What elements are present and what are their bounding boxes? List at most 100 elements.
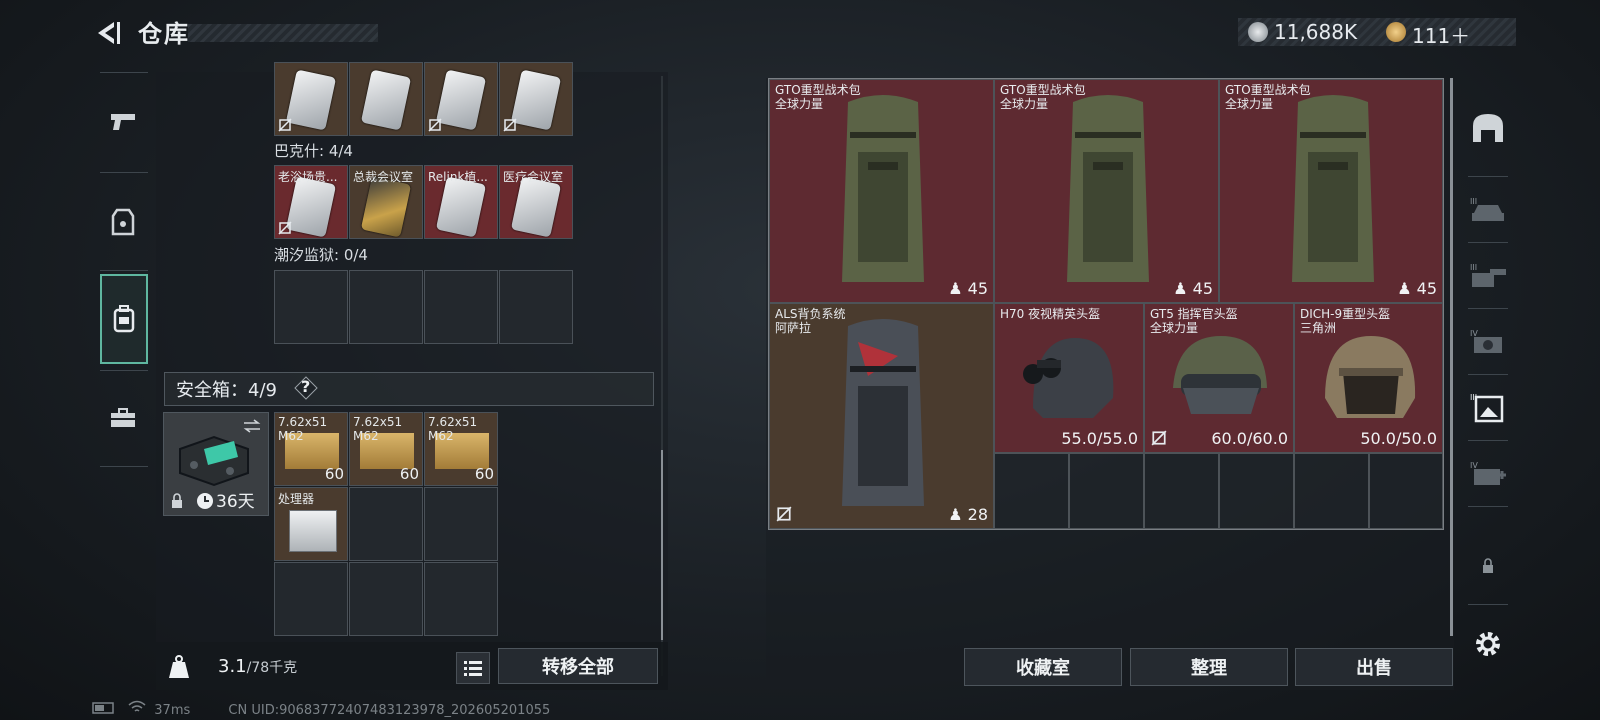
ammo-slot[interactable]: 7.62x51 M62 60 — [349, 412, 423, 486]
ammo-name: 7.62x51 M62 — [428, 415, 478, 443]
helmet-icon — [1473, 114, 1503, 142]
currency-bar: 11,688K 111＋ — [1238, 18, 1516, 49]
empty-safe-slot[interactable] — [424, 487, 498, 561]
help-glyph: ? — [301, 377, 311, 396]
sell-button[interactable]: 出售 — [1295, 648, 1453, 686]
storage-item-backpack[interactable]: GTO重型战术包 全球力量 ♟ 45 — [769, 79, 994, 303]
keycard-slot[interactable] — [274, 62, 348, 136]
collection-room-button[interactable]: 收藏室 — [964, 648, 1122, 686]
list-view-button[interactable] — [456, 652, 490, 684]
empty-safe-slot[interactable] — [424, 562, 498, 636]
safe-case-slot[interactable]: 36天 — [163, 412, 269, 516]
status-bar: 37ms CN UID:906837724074831239​78_202605… — [92, 700, 550, 718]
processor-name: 处理器 — [278, 492, 315, 506]
storage-item-helmet[interactable]: GT5 指挥官头盔 全球力量 60.0/60.0 — [1144, 303, 1294, 453]
wifi-icon — [128, 700, 146, 712]
empty-storage-slot[interactable] — [1144, 453, 1219, 529]
item-name: GTO重型战术包 全球力量 — [775, 83, 861, 111]
right-scrollbar[interactable] — [1450, 78, 1453, 636]
left-tab-bar — [92, 72, 154, 476]
empty-safe-slot[interactable] — [274, 562, 348, 636]
tab-backpack[interactable] — [100, 274, 148, 364]
empty-storage-slot[interactable] — [1069, 453, 1144, 529]
no-loot-icon — [278, 118, 292, 132]
empty-storage-slot[interactable] — [994, 453, 1069, 529]
swap-icon[interactable] — [242, 419, 262, 433]
tab-category-2[interactable]: III — [1460, 178, 1516, 242]
keycard-slot[interactable] — [424, 62, 498, 136]
clock-icon — [197, 493, 213, 509]
processor-slot[interactable]: 处理器 — [274, 487, 348, 561]
backpack-icon — [1292, 95, 1374, 282]
vest-icon — [111, 208, 135, 236]
medkit-icon: IV — [1470, 461, 1506, 485]
keycard-group-label: 潮汐监狱: 0/4 — [274, 246, 368, 264]
ammo-name: 7.62x51 M62 — [278, 415, 328, 443]
tab-vest[interactable] — [92, 176, 154, 268]
svg-text:IV: IV — [1470, 329, 1478, 338]
tab-category-4[interactable]: IV — [1460, 310, 1516, 374]
keycard-icon — [360, 176, 412, 238]
vehicle-icon: III — [1470, 197, 1504, 221]
svg-text:III: III — [1470, 263, 1477, 272]
item-capacity: ♟ 28 — [948, 505, 988, 524]
gold-balance[interactable]: 111＋ — [1412, 20, 1470, 49]
empty-storage-slot[interactable] — [1294, 453, 1369, 529]
gold-coin-icon — [1386, 22, 1406, 42]
weight-readout: 3.1/78千克 — [218, 656, 297, 677]
backpack-icon — [1067, 95, 1149, 282]
keycard-icon — [510, 176, 562, 238]
keycard-slot[interactable] — [499, 62, 573, 136]
storage-grid: GTO重型战术包 全球力量 ♟ 45 GTO重型战术包 全球力量 ♟ 45 GTO重… — [768, 78, 1444, 530]
storage-item-helmet[interactable]: H70 夜视精英头盔 55.0/55.0 — [994, 303, 1144, 453]
keycard-slot[interactable]: 医疗会议室 — [499, 165, 573, 239]
transfer-all-button[interactable]: 转移全部 — [498, 648, 658, 684]
keycard-slot[interactable]: 总裁会议室 — [349, 165, 423, 239]
settings-button[interactable] — [1460, 612, 1516, 676]
item-name: GT5 指挥官头盔 全球力量 — [1150, 307, 1238, 335]
ammo-slot[interactable]: 7.62x51 M62 60 — [424, 412, 498, 486]
tab-storage-home[interactable] — [1460, 96, 1516, 160]
help-icon[interactable]: ? — [294, 376, 318, 400]
storage-item-backpack[interactable]: ALS背负系统 阿萨拉 ♟ 28 — [769, 303, 994, 529]
tab-category-5[interactable]: III — [1460, 376, 1516, 440]
empty-keycard-slot[interactable] — [424, 270, 498, 344]
tab-category-6[interactable]: IV — [1460, 442, 1516, 506]
left-scrollbar[interactable] — [661, 450, 663, 640]
tab-locked[interactable] — [1460, 534, 1516, 598]
storage-item-backpack[interactable]: GTO重型战术包 全球力量 ♟ 45 — [994, 79, 1219, 303]
keycard-label: Relink植... — [428, 170, 488, 184]
keycard-slot[interactable]: 老浴场贵... — [274, 165, 348, 239]
empty-storage-slot[interactable] — [1219, 453, 1294, 529]
organize-button[interactable]: 整理 — [1130, 648, 1288, 686]
keycard-icon — [435, 176, 487, 238]
item-name: GTO重型战术包 全球力量 — [1225, 83, 1311, 111]
empty-safe-slot[interactable] — [349, 562, 423, 636]
keycard-icon — [510, 69, 562, 131]
keycard-slot[interactable]: Relink植... — [424, 165, 498, 239]
empty-keycard-slot[interactable] — [499, 270, 573, 344]
empty-safe-slot[interactable] — [349, 487, 423, 561]
camera-icon: IV — [1470, 329, 1502, 353]
keycard-label: 总裁会议室 — [353, 170, 414, 184]
empty-keycard-slot[interactable] — [349, 270, 423, 344]
backpack-icon — [113, 305, 135, 333]
keycard-icon — [285, 69, 337, 131]
empty-keycard-slot[interactable] — [274, 270, 348, 344]
item-name: H70 夜视精英头盔 — [1000, 307, 1101, 321]
ammo-qty: 60 — [324, 465, 344, 483]
storage-item-backpack[interactable]: GTO重型战术包 全球力量 ♟ 45 — [1219, 79, 1443, 303]
helmet-icon — [1325, 336, 1416, 418]
empty-storage-slot[interactable] — [1369, 453, 1443, 529]
svg-text:III: III — [1470, 197, 1477, 206]
tab-toolbox[interactable] — [92, 372, 154, 464]
pistol-icon — [111, 114, 135, 130]
keycard-slot[interactable] — [349, 62, 423, 136]
item-capacity: ♟ 45 — [1397, 279, 1437, 298]
back-arrow-icon[interactable] — [92, 18, 122, 48]
storage-item-helmet[interactable]: DICH-9重型头盔 三角洲 50.0/50.0 — [1294, 303, 1443, 453]
tab-category-3[interactable]: III — [1460, 244, 1516, 308]
safe-box-label: 安全箱：4/9 — [176, 380, 277, 401]
ammo-slot[interactable]: 7.62x51 M62 60 — [274, 412, 348, 486]
tab-weapons[interactable] — [92, 76, 154, 168]
